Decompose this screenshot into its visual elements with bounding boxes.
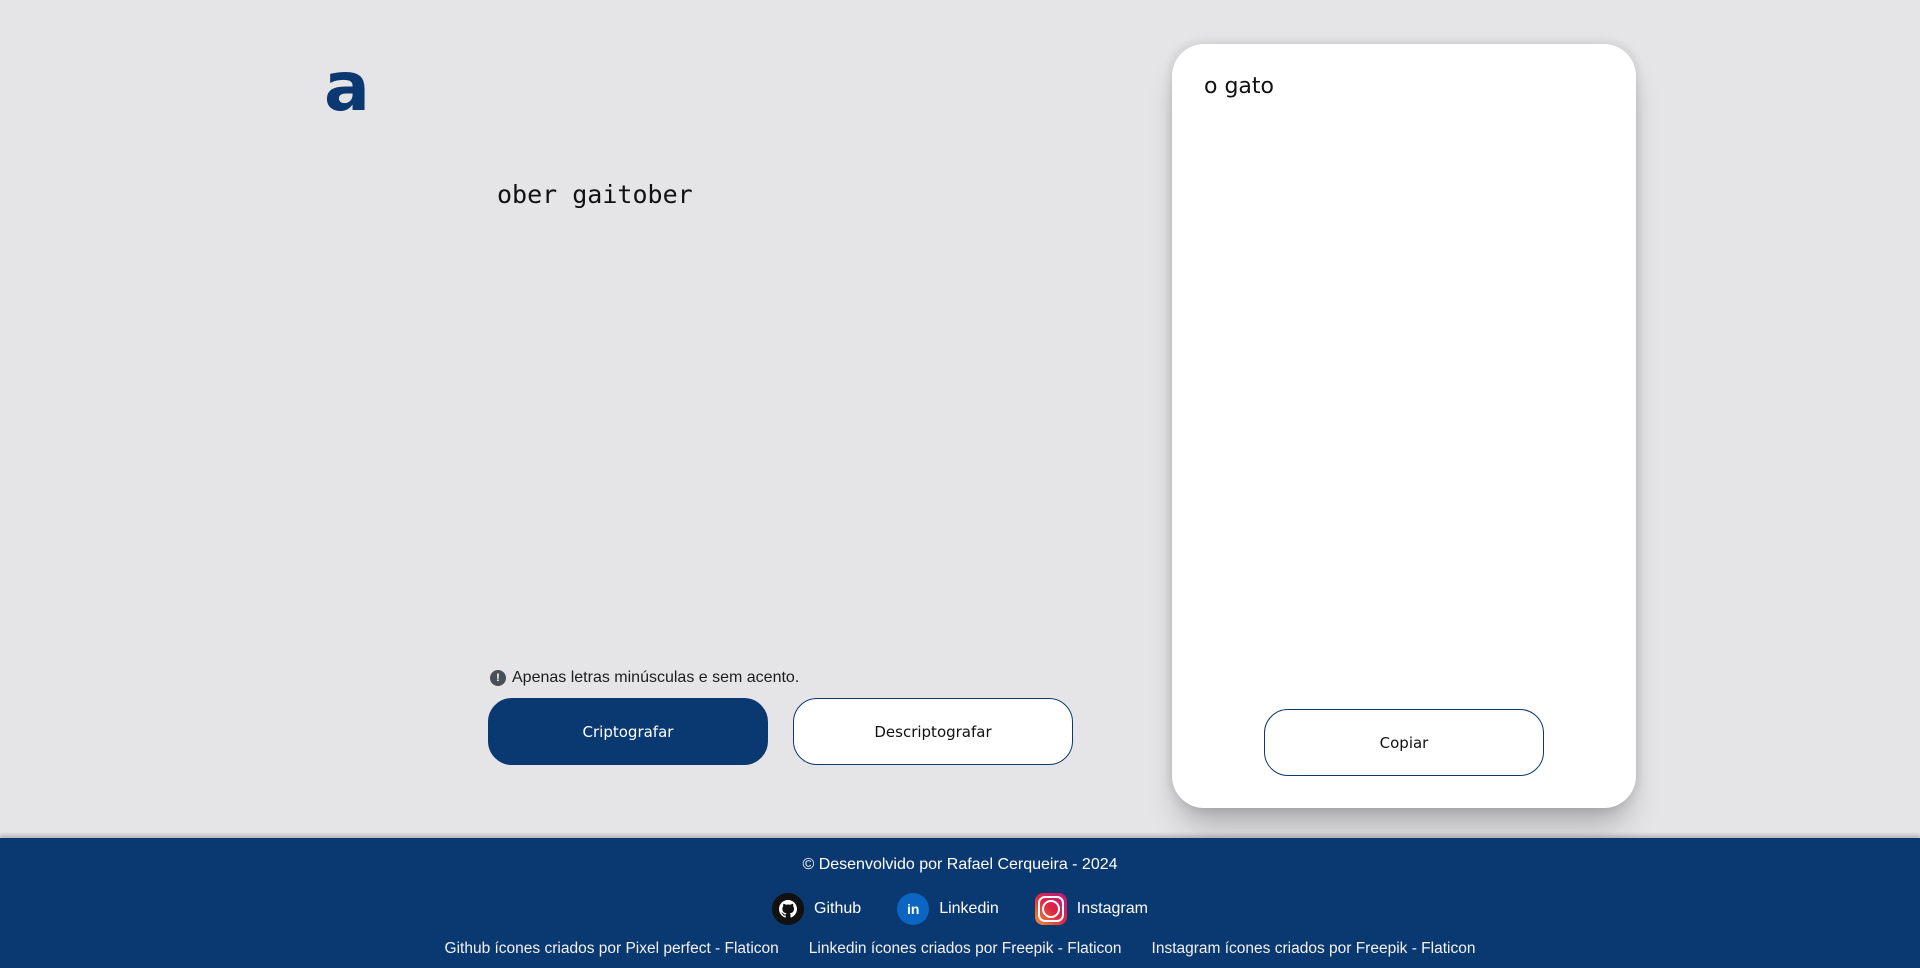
copy-button[interactable]: Copiar bbox=[1264, 709, 1544, 776]
alura-logo: a bbox=[324, 48, 370, 127]
decrypt-button[interactable]: Descriptografar bbox=[793, 698, 1073, 765]
footer: © Desenvolvido por Rafael Cerqueira - 20… bbox=[0, 838, 1920, 968]
icon-credits: Github ícones criados por Pixel perfect … bbox=[0, 940, 1920, 958]
decrypt-button-label: Descriptografar bbox=[874, 722, 992, 741]
encrypt-button[interactable]: Criptografar bbox=[488, 698, 768, 765]
github-link[interactable]: Github bbox=[772, 893, 861, 925]
instagram-label: Instagram bbox=[1076, 900, 1148, 917]
linkedin-credit-link[interactable]: Linkedin ícones criados por Freepik - Fl… bbox=[809, 940, 1122, 958]
exclamation-circle-icon: ! bbox=[490, 670, 506, 686]
github-label: Github bbox=[814, 900, 862, 917]
copy-button-label: Copiar bbox=[1379, 733, 1429, 752]
linkedin-link[interactable]: in Linkedin bbox=[897, 893, 999, 925]
notice-text: Apenas letras minúsculas e sem acento. bbox=[512, 669, 800, 686]
instagram-icon bbox=[1034, 893, 1067, 925]
instagram-link[interactable]: Instagram bbox=[1034, 893, 1148, 925]
github-icon bbox=[772, 893, 805, 925]
input-notice: ! Apenas letras minúsculas e sem acento. bbox=[490, 669, 799, 687]
linkedin-icon: in bbox=[897, 893, 930, 925]
linkedin-label: Linkedin bbox=[939, 900, 999, 917]
copyright-text: © Desenvolvido por Rafael Cerqueira - 20… bbox=[802, 856, 1118, 873]
github-credit-link[interactable]: Github ícones criados por Pixel perfect … bbox=[445, 940, 779, 958]
result-panel: o gato Copiar bbox=[1172, 44, 1636, 808]
result-text: o gato bbox=[1204, 74, 1274, 99]
social-links: Github in Linkedin Instagram bbox=[0, 893, 1920, 925]
instagram-credit-link[interactable]: Instagram ícones criados por Freepik - F… bbox=[1152, 940, 1476, 958]
text-input[interactable] bbox=[497, 176, 1057, 636]
